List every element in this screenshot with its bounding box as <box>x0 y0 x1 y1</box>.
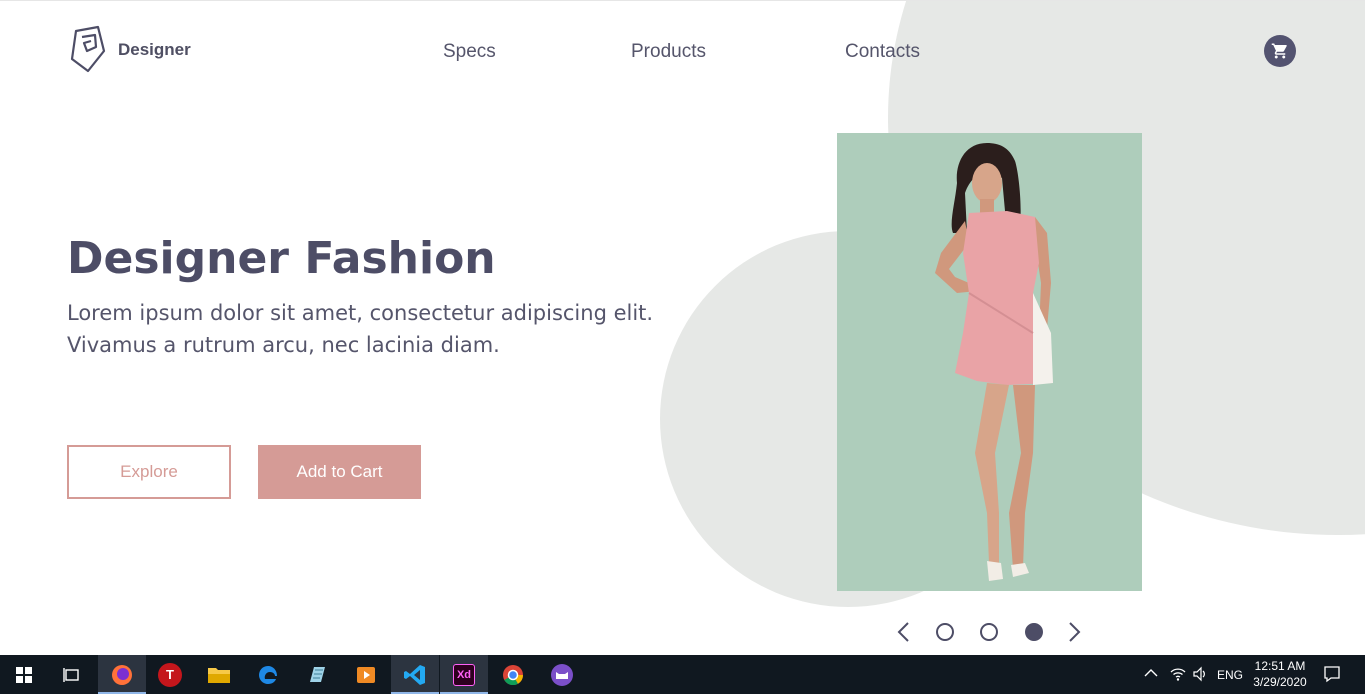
language-indicator[interactable]: ENG <box>1217 668 1243 682</box>
logo-text: Designer <box>118 40 191 59</box>
nav-specs[interactable]: Specs <box>443 41 496 63</box>
nav-contacts[interactable]: Contacts <box>845 41 920 63</box>
edge-icon <box>259 665 277 684</box>
clock-date: 3/29/2020 <box>1253 675 1307 689</box>
taskbar-file-explorer[interactable] <box>195 655 243 694</box>
windows-start-button[interactable] <box>0 655 48 694</box>
hero-description: Lorem ipsum dolor sit amet, consectetur … <box>67 301 654 357</box>
task-view-icon <box>63 667 79 682</box>
add-to-cart-button[interactable]: Add to Cart <box>258 445 421 499</box>
adobe-xd-icon: Xd <box>453 663 475 686</box>
nav-products[interactable]: Products <box>631 41 706 63</box>
notepad-icon <box>310 666 325 682</box>
model-photo-illustration <box>837 133 1142 591</box>
cart-button[interactable] <box>1264 35 1296 67</box>
shopping-cart-icon <box>1271 43 1287 59</box>
adobe-xd-label: Xd <box>456 668 472 681</box>
t-app-label: T <box>166 667 174 682</box>
slider-dot-2[interactable] <box>980 623 998 641</box>
wifi-icon[interactable] <box>1170 666 1186 682</box>
file-explorer-icon <box>208 667 230 683</box>
chevron-up-icon[interactable] <box>1144 668 1158 678</box>
taskbar-adobe-xd[interactable]: Xd <box>440 655 488 694</box>
media-player-icon <box>357 666 375 683</box>
windows-taskbar: T Xd ENG 12:51 AM 3/29/2020 <box>0 655 1365 694</box>
taskbar-cat-app[interactable] <box>538 655 586 694</box>
browser-viewport: Designer Specs Products Contacts Designe… <box>0 0 1365 655</box>
taskbar-media-player[interactable] <box>342 655 390 694</box>
logo-icon <box>70 25 106 73</box>
windows-start-icon <box>16 666 32 683</box>
taskbar-edge[interactable] <box>244 655 292 694</box>
vscode-icon <box>404 664 425 685</box>
taskbar-t-app[interactable]: T <box>146 655 194 694</box>
clock-time: 12:51 AM <box>1254 659 1306 673</box>
logo[interactable]: Designer <box>70 25 191 75</box>
taskbar-firefox[interactable] <box>98 655 146 694</box>
explore-button[interactable]: Explore <box>67 445 231 499</box>
slider-dot-1[interactable] <box>936 623 954 641</box>
clock[interactable]: 12:51 AM 3/29/2020 <box>1248 658 1312 690</box>
notifications-icon[interactable] <box>1323 665 1341 683</box>
taskbar-chrome[interactable] <box>489 655 537 694</box>
chevron-left-icon[interactable] <box>896 621 912 643</box>
chevron-right-icon[interactable] <box>1066 621 1082 643</box>
chrome-icon <box>503 664 524 685</box>
product-photo <box>837 133 1142 591</box>
task-view-button[interactable] <box>48 655 96 694</box>
taskbar-vscode[interactable] <box>391 655 439 694</box>
firefox-icon <box>112 664 132 685</box>
volume-icon[interactable] <box>1192 666 1208 682</box>
cat-app-icon <box>551 663 573 686</box>
t-app-icon: T <box>158 662 182 687</box>
taskbar-notepad[interactable] <box>293 655 341 694</box>
slider-dot-3[interactable] <box>1025 623 1043 641</box>
hero-title: Designer Fashion <box>67 233 496 284</box>
